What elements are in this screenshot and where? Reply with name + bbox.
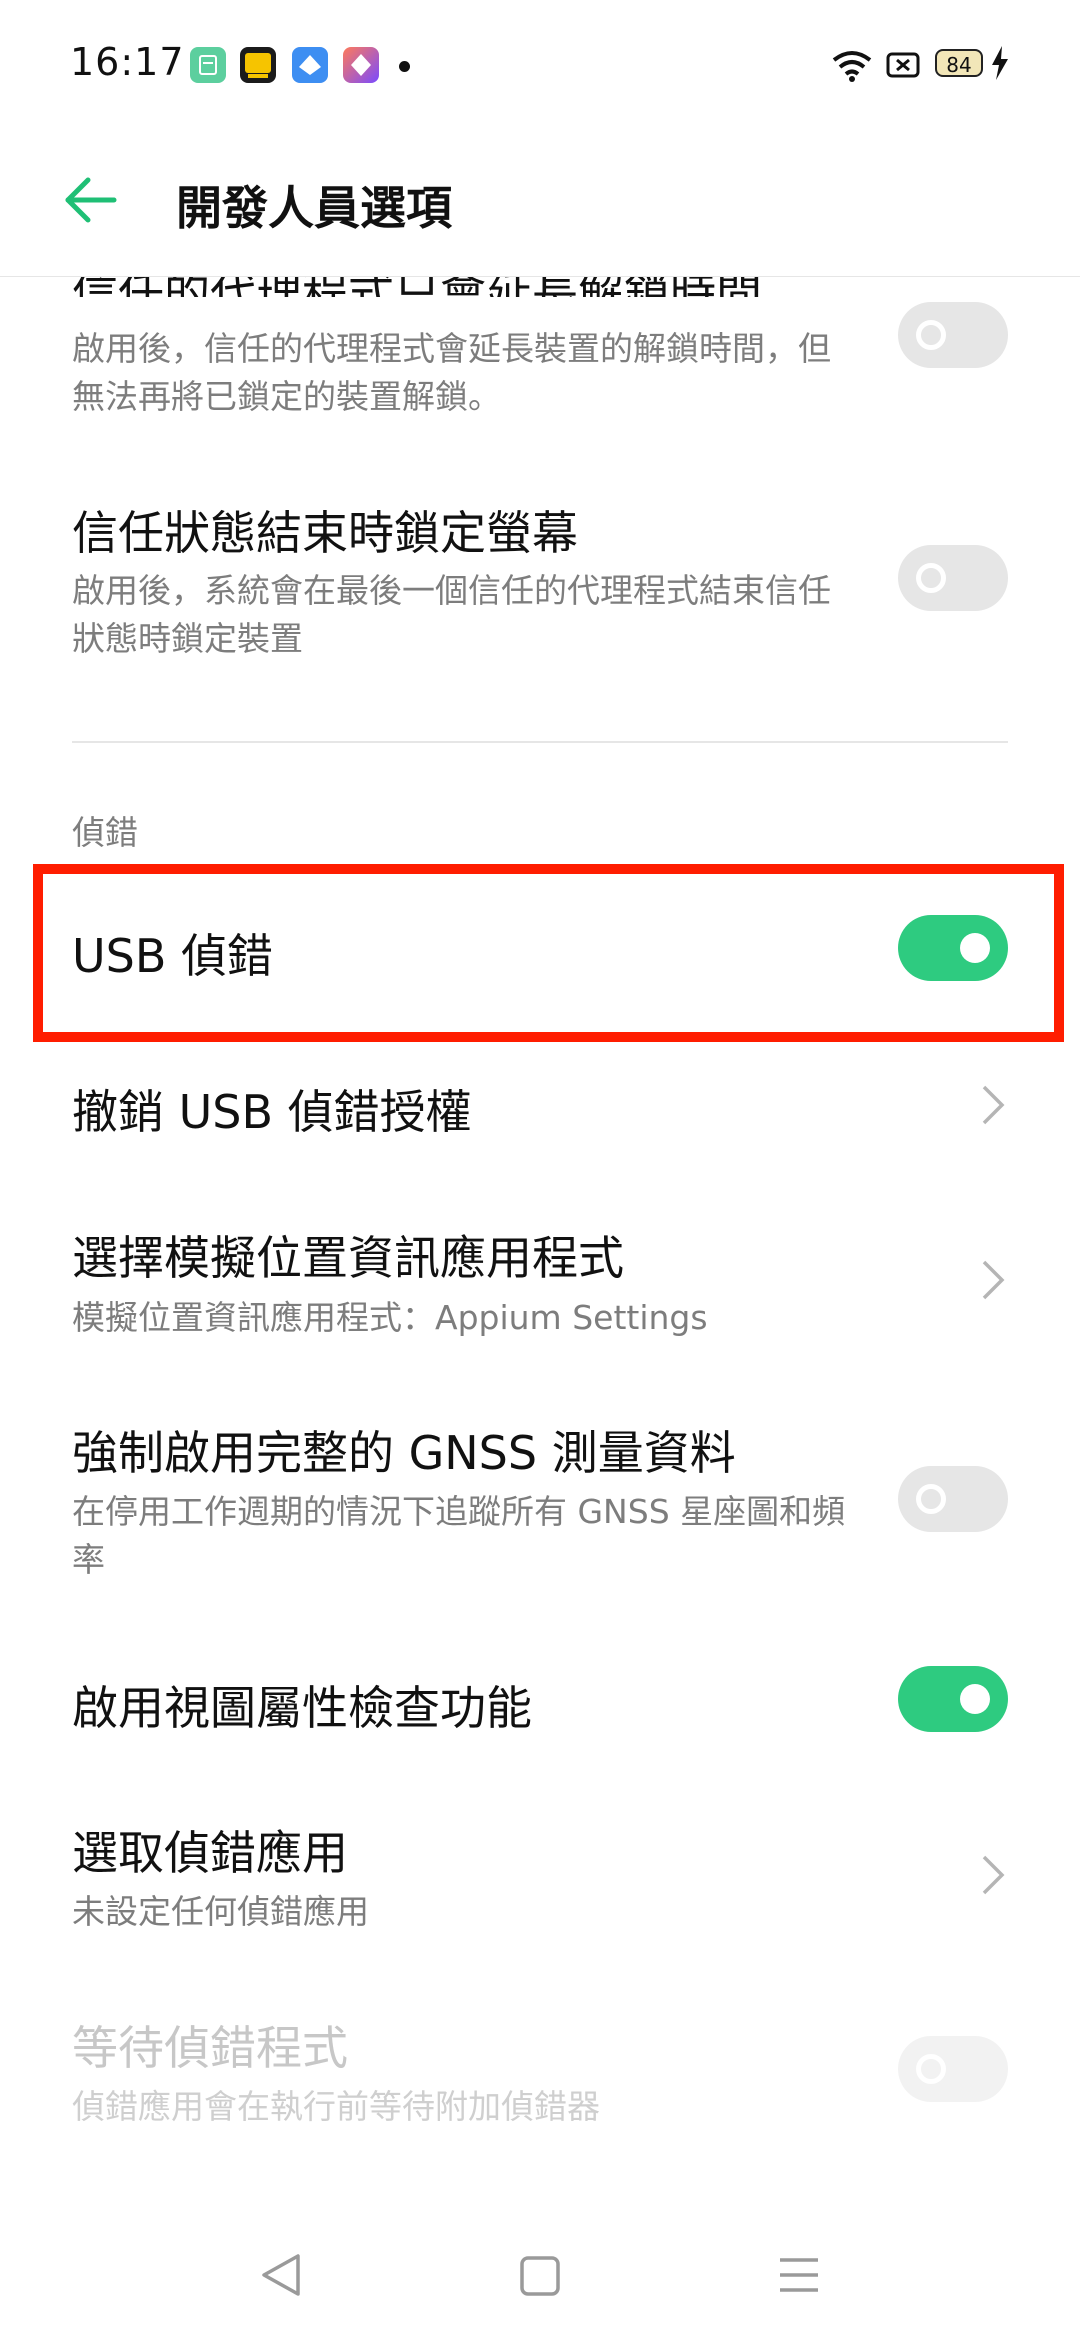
status-bar: 16:17 84 [0, 0, 1080, 130]
setting-title: 信任的代理程式只會延長解鎖時間 [72, 277, 762, 297]
view-attribute-toggle[interactable] [898, 1666, 1008, 1732]
notification-dot-icon [399, 61, 410, 72]
chevron-right-icon [982, 1260, 1005, 1300]
toggle-knob [916, 563, 946, 593]
highlight-box [33, 864, 1064, 1042]
setting-subtitle: 模擬位置資訊應用程式：Appium Settings [72, 1298, 708, 1337]
wait-debugger-toggle [898, 2036, 1008, 2102]
chevron-right-icon [982, 1085, 1005, 1125]
setting-title: 啟用視圖屬性檢查功能 [72, 1681, 532, 1735]
back-arrow-icon[interactable] [62, 175, 118, 225]
section-divider [72, 741, 1008, 743]
setting-title: 選擇模擬位置資訊應用程式 [72, 1231, 624, 1285]
gnss-toggle[interactable] [898, 1466, 1008, 1532]
setting-subtitle: 偵錯應用會在執行前等待附加偵錯器 [72, 2087, 600, 2126]
charging-icon [992, 46, 1008, 80]
setting-title: 強制啟用完整的 GNSS 測量資料 [72, 1426, 736, 1480]
lock-on-trust-lost-toggle[interactable] [898, 545, 1008, 611]
chevron-right-icon [982, 1855, 1005, 1895]
clipped-title-container: 信任的代理程式只會延長解鎖時間 [0, 277, 1080, 297]
setting-subtitle: 在停用工作週期的情況下追蹤所有 GNSS 星座圖和頻率 [72, 1492, 846, 1579]
nav-menu-icon[interactable] [776, 2250, 822, 2300]
setting-title: 等待偵錯程式 [72, 2021, 348, 2075]
wifi-icon [832, 51, 872, 82]
purple-app-icon [343, 47, 379, 83]
app-bar [0, 130, 1080, 277]
nav-back-icon[interactable] [258, 2250, 304, 2300]
status-time: 16:17 [70, 40, 185, 84]
setting-title: 撤銷 USB 偵錯授權 [72, 1085, 472, 1139]
sim-error-icon [886, 52, 920, 78]
toggle-knob [960, 1684, 990, 1714]
setting-subtitle: 啟用後，系統會在最後一個信任的代理程式結束信任狀態時鎖定裝置 [72, 571, 831, 658]
green-app-icon [190, 47, 226, 83]
soup-app-icon [240, 47, 276, 83]
nav-home-icon[interactable] [518, 2250, 562, 2300]
blue-app-icon [292, 47, 328, 83]
toggle-knob [916, 320, 946, 350]
page-title: 開發人員選項 [176, 181, 452, 235]
trust-agent-toggle[interactable] [898, 302, 1008, 368]
setting-subtitle: 啟用後，信任的代理程式會延長裝置的解鎖時間，但無法再將已鎖定的裝置解鎖。 [72, 329, 831, 416]
toggle-knob [916, 2054, 946, 2084]
toggle-knob [916, 1484, 946, 1514]
setting-subtitle: 未設定任何偵錯應用 [72, 1892, 369, 1931]
setting-title: 信任狀態結束時鎖定螢幕 [72, 506, 578, 560]
setting-title: 選取偵錯應用 [72, 1826, 348, 1880]
section-header-debug: 偵錯 [72, 813, 138, 852]
battery-icon: 84 [935, 49, 983, 77]
